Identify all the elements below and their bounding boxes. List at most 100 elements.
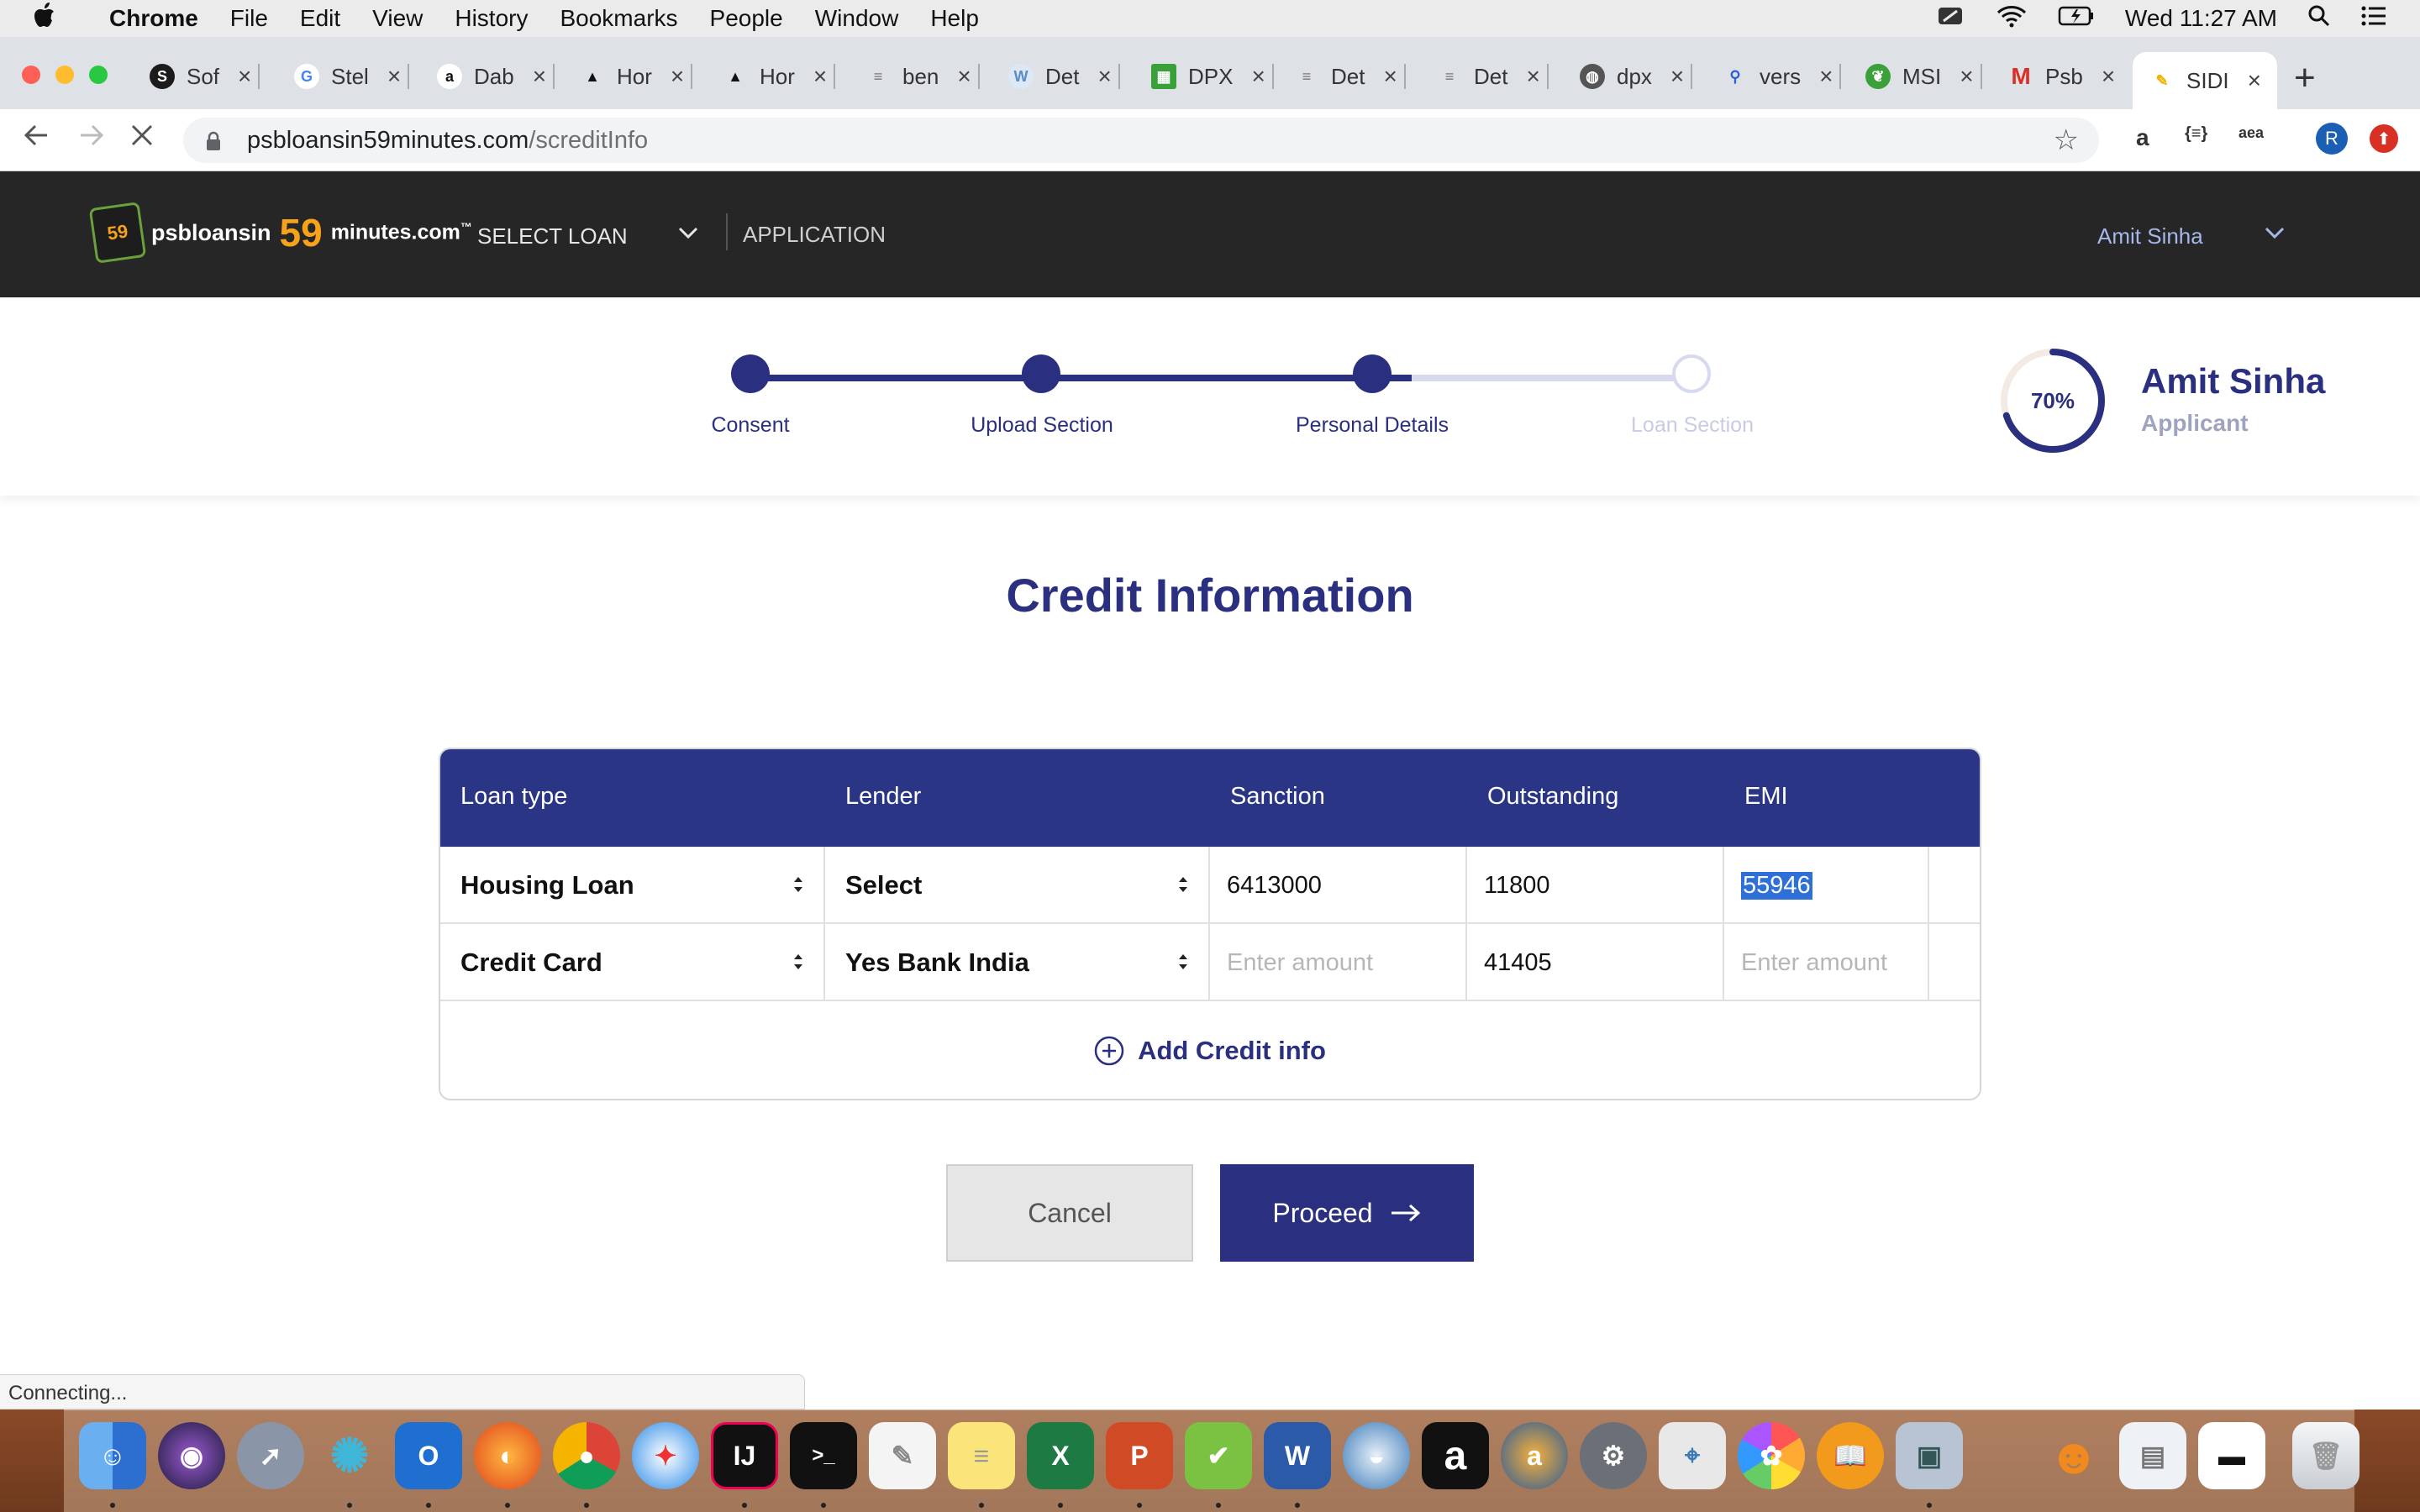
step-label-consent[interactable]: Consent (711, 413, 789, 438)
lock-icon[interactable] (205, 130, 222, 150)
outlook-icon[interactable]: O (395, 1422, 462, 1489)
tab-close-icon[interactable]: × (1670, 63, 1684, 90)
site-logo[interactable]: 59 psbloansin 59 minutes.com™ (88, 202, 472, 264)
window-minimize-button[interactable] (55, 66, 74, 84)
amazon-icon[interactable]: a (1422, 1422, 1489, 1489)
word-icon[interactable]: W (1264, 1422, 1331, 1489)
books-icon[interactable]: 📖 (1817, 1422, 1884, 1489)
sanction-input[interactable]: Enter amount (1210, 924, 1467, 1001)
finder-icon[interactable]: ☺ (79, 1422, 146, 1489)
notes-icon[interactable]: ≡ (948, 1422, 1015, 1489)
loan-type-select[interactable]: Housing Loan (440, 847, 825, 924)
nav-select-loan[interactable]: SELECT LOAN (477, 223, 628, 249)
trash-icon[interactable]: 🗑 (2292, 1422, 2360, 1489)
terminal-icon[interactable]: >_ (790, 1422, 857, 1489)
gear-flower-icon[interactable]: ✺ (316, 1422, 383, 1489)
tab-close-icon[interactable]: × (1526, 63, 1539, 90)
menu-history[interactable]: History (455, 5, 528, 32)
siri-icon[interactable]: ◉ (158, 1422, 225, 1489)
browser-tab[interactable]: M Psb × (2008, 52, 2115, 101)
maps-icon[interactable]: ⌖ (1659, 1422, 1726, 1489)
outstanding-input[interactable]: 11800 (1467, 847, 1724, 924)
browser-tab[interactable]: ▦ DPX × (1151, 52, 1274, 101)
firefox-icon[interactable]: ◐ (474, 1422, 541, 1489)
emi-input[interactable]: Enter amount (1724, 924, 1929, 1001)
window-close-button[interactable] (22, 66, 40, 84)
window-zoom-button[interactable] (89, 66, 108, 84)
spotlight-search-icon[interactable] (2307, 4, 2331, 34)
lender-select[interactable]: Yes Bank India (825, 924, 1210, 1001)
browser-tab[interactable]: ≡ Det × (1294, 52, 1406, 101)
wifi-icon[interactable] (1996, 4, 2028, 34)
amazon-assistant-icon[interactable]: a (1501, 1422, 1568, 1489)
tab-close-icon[interactable]: × (1251, 63, 1265, 90)
tab-close-icon[interactable]: × (1819, 63, 1833, 90)
checkmark-app-icon[interactable]: ✔ (1185, 1422, 1252, 1489)
browser-tab[interactable]: ▲ Hor × (723, 52, 836, 101)
chevron-down-icon[interactable] (677, 222, 699, 244)
intellij-icon[interactable]: IJ (711, 1422, 778, 1489)
menu-edit[interactable]: Edit (300, 5, 340, 32)
browser-tab[interactable]: ❦ MSI × (1865, 52, 1982, 101)
menu-help[interactable]: Help (930, 5, 979, 32)
system-preferences-icon[interactable]: ⚙ (1580, 1422, 1647, 1489)
menu-view[interactable]: View (372, 5, 423, 32)
browser-tab[interactable]: G Stel × (294, 52, 410, 101)
aea-extension-icon[interactable]: aea (2238, 124, 2264, 142)
amazon-extension-icon[interactable]: a (2136, 124, 2149, 151)
chrome-window-thumbnail-icon[interactable]: ▤ (2119, 1422, 2186, 1489)
browser-tab[interactable]: ◍ dpx × (1580, 52, 1693, 101)
sanction-input[interactable]: 6413000 (1210, 847, 1467, 924)
browser-tab-active[interactable]: ✎ SIDI × (2133, 52, 2277, 109)
notification-center-icon[interactable] (2361, 5, 2386, 33)
creature-app-icon[interactable]: ☻ (2040, 1422, 2107, 1489)
forward-arrow-icon[interactable] (77, 121, 106, 157)
menu-file[interactable]: File (230, 5, 268, 32)
add-credit-info-button[interactable]: Add Credit info (440, 1001, 1980, 1099)
stop-loading-icon[interactable] (128, 121, 156, 157)
menu-bookmarks[interactable]: Bookmarks (560, 5, 677, 32)
cancel-button[interactable]: Cancel (946, 1164, 1193, 1262)
menu-window[interactable]: Window (815, 5, 899, 32)
apple-icon[interactable] (34, 3, 67, 34)
browser-tab[interactable]: ⚲ vers × (1723, 52, 1842, 101)
browser-tab[interactable]: S Sof × (150, 52, 260, 101)
browser-tab[interactable]: ≡ ben × (865, 52, 980, 101)
lender-select[interactable]: Select (825, 847, 1210, 924)
tab-close-icon[interactable]: × (1383, 63, 1397, 90)
battery-icon[interactable] (2058, 5, 2095, 33)
excel-icon[interactable]: X (1027, 1422, 1094, 1489)
safari-icon[interactable]: ✦ (632, 1422, 699, 1489)
loan-type-select[interactable]: Credit Card (440, 924, 825, 1001)
browser-tab[interactable]: W Det × (1008, 52, 1120, 101)
step-dot-upload[interactable] (1022, 354, 1060, 393)
tab-close-icon[interactable]: × (533, 63, 546, 90)
step-dot-personal[interactable] (1353, 354, 1392, 393)
step-dot-consent[interactable] (731, 354, 770, 393)
tab-close-icon[interactable]: × (1960, 63, 1973, 90)
tab-close-icon[interactable]: × (957, 63, 971, 90)
new-tab-button[interactable]: + (2294, 57, 2316, 99)
browser-tab[interactable]: a Dab × (437, 52, 555, 101)
preview-icon[interactable]: ▣ (1896, 1422, 1963, 1489)
browser-tab[interactable]: ▲ Hor × (580, 52, 693, 101)
chrome-icon[interactable]: ● (553, 1422, 620, 1489)
menu-app-chrome[interactable]: Chrome (109, 5, 198, 32)
photos-icon[interactable]: ✿ (1738, 1422, 1805, 1489)
powerpoint-icon[interactable]: P (1106, 1422, 1173, 1489)
launchpad-icon[interactable]: ➚ (237, 1422, 304, 1489)
tab-close-icon[interactable]: × (238, 63, 251, 90)
chrome-window-thumbnail-icon[interactable]: ▬ (2198, 1422, 2265, 1489)
back-arrow-icon[interactable] (22, 121, 50, 157)
nav-application[interactable]: APPLICATION (743, 222, 886, 248)
step-label-personal[interactable]: Personal Details (1296, 413, 1449, 438)
menu-people[interactable]: People (710, 5, 783, 32)
step-label-upload[interactable]: Upload Section (971, 413, 1113, 438)
textedit-icon[interactable]: ✎ (869, 1422, 936, 1489)
network-app-icon[interactable]: ◒ (1343, 1422, 1410, 1489)
tab-close-icon[interactable]: × (671, 63, 684, 90)
tab-close-icon[interactable]: × (2248, 67, 2261, 94)
update-icon[interactable]: ⬆ (2370, 124, 2398, 153)
bookmark-star-icon[interactable]: ☆ (2054, 123, 2079, 157)
tab-close-icon[interactable]: × (813, 63, 827, 90)
